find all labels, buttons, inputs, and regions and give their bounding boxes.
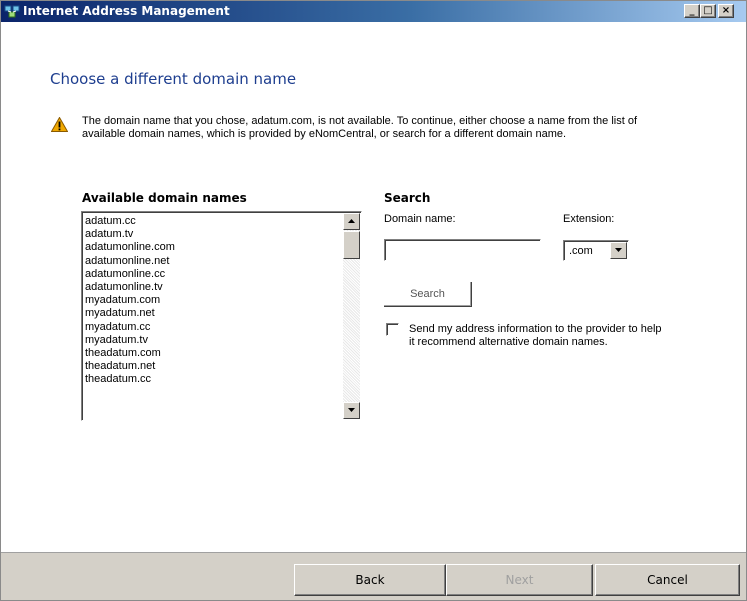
domain-list-item[interactable]: adatumonline.cc: [85, 268, 341, 281]
domain-list-item[interactable]: adatumonline.net: [85, 255, 341, 268]
scroll-thumb[interactable]: [343, 231, 360, 259]
chevron-down-icon: [615, 248, 622, 252]
network-app-icon: [4, 5, 20, 18]
search-section-label: Search: [384, 191, 431, 205]
arrow-up-icon: [348, 219, 355, 223]
domain-list-items: adatum.cc adatum.tv adatumonline.com adatum…: [85, 215, 341, 386]
domain-list-item[interactable]: theadatum.cc: [85, 373, 341, 386]
extension-label: Extension:: [563, 213, 615, 225]
domain-list-item[interactable]: myadatum.cc: [85, 321, 341, 334]
page-heading: Choose a different domain name: [50, 70, 297, 88]
domain-name-label: Domain name:: [384, 213, 456, 225]
wizard-window: Internet Address Management _ □ × Choose…: [0, 0, 747, 601]
warning-icon: [51, 117, 68, 132]
send-address-checkbox-label: Send my address information to the provi…: [409, 323, 662, 348]
warning-message: The domain name that you chose, adatum.c…: [82, 115, 637, 140]
domain-list-item[interactable]: adatumonline.com: [85, 241, 341, 254]
list-scrollbar[interactable]: [343, 213, 360, 419]
extension-dropdown-button[interactable]: [610, 242, 627, 259]
domain-list-item[interactable]: myadatum.tv: [85, 334, 341, 347]
domain-list-item[interactable]: myadatum.net: [85, 307, 341, 320]
domain-list-item[interactable]: adatumonline.tv: [85, 281, 341, 294]
domain-list-item[interactable]: adatum.tv: [85, 228, 341, 241]
window-title: Internet Address Management: [23, 4, 230, 18]
title-bar[interactable]: Internet Address Management _ □ ×: [1, 1, 746, 22]
domain-list-item[interactable]: theadatum.com: [85, 347, 341, 360]
next-button[interactable]: Next: [446, 564, 593, 596]
available-domains-list[interactable]: adatum.cc adatum.tv adatumonline.com adatum…: [81, 211, 362, 421]
arrow-down-icon: [348, 408, 355, 412]
domain-name-input[interactable]: [384, 239, 541, 261]
maximize-button[interactable]: □: [700, 4, 716, 18]
domain-list-item[interactable]: myadatum.com: [85, 294, 341, 307]
cancel-button[interactable]: Cancel: [595, 564, 740, 596]
scroll-down-button[interactable]: [343, 402, 360, 419]
search-button[interactable]: Search: [384, 282, 472, 307]
domain-list-item[interactable]: adatum.cc: [85, 215, 341, 228]
send-address-checkbox[interactable]: [386, 323, 399, 336]
extension-selected-value: .com: [569, 245, 593, 257]
domain-list-item[interactable]: theadatum.net: [85, 360, 341, 373]
available-domains-label: Available domain names: [82, 191, 247, 205]
minimize-button[interactable]: _: [684, 4, 700, 18]
scroll-up-button[interactable]: [343, 213, 360, 230]
back-button[interactable]: Back: [294, 564, 446, 596]
close-button[interactable]: ×: [718, 4, 734, 18]
extension-select[interactable]: .com: [563, 240, 629, 261]
